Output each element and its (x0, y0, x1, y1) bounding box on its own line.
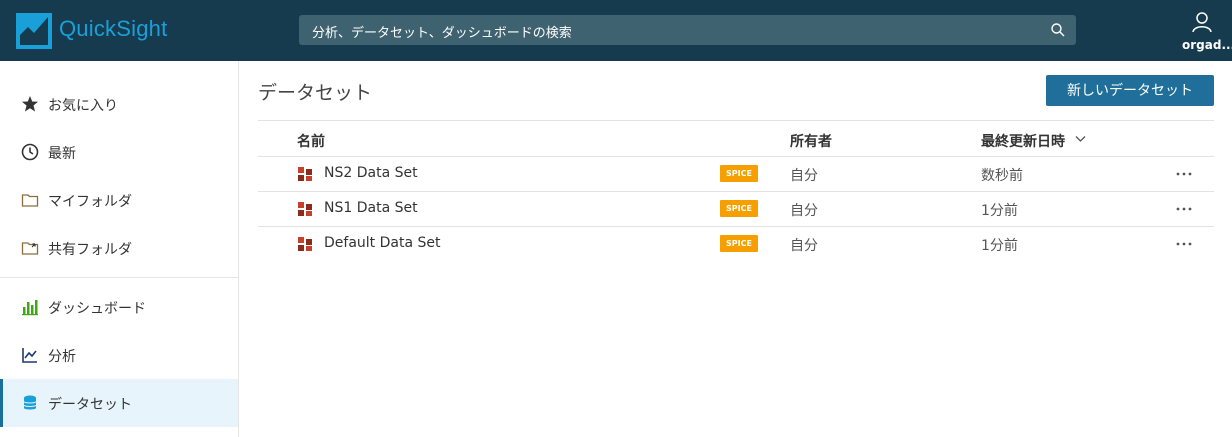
column-header-name[interactable]: 名前 (297, 131, 325, 151)
sidebar-item-label: マイフォルダ (48, 194, 132, 210)
dataset-updated: 数秒前 (981, 168, 1023, 184)
app-name[interactable]: QuickSight (59, 16, 167, 42)
table-row[interactable]: NS1 Data Set SPICE 自分 1分前 (258, 191, 1214, 226)
spice-badge: SPICE (720, 165, 758, 182)
sidebar-item-favorites[interactable]: お気に入り (0, 80, 238, 128)
table-divider (258, 120, 1214, 121)
dashboard-icon (22, 300, 38, 316)
search-icon[interactable] (1050, 22, 1066, 38)
table-row[interactable]: NS2 Data Set SPICE 自分 数秒前 (258, 156, 1214, 191)
sidebar-item-label: 最新 (48, 146, 76, 162)
sidebar: お気に入り 最新 マイフォルダ 共有フォルダ ダッシュボード 分析 データセット (0, 61, 239, 437)
sidebar-item-label: 分析 (48, 349, 76, 365)
sidebar-item-datasets[interactable]: データセット (0, 379, 238, 427)
dataset-owner: 自分 (790, 168, 818, 184)
sidebar-item-recent[interactable]: 最新 (0, 128, 238, 176)
dataset-icon (298, 167, 312, 181)
new-dataset-button[interactable]: 新しいデータセット (1046, 75, 1214, 106)
sidebar-item-label: ダッシュボード (48, 301, 146, 317)
dataset-updated: 1分前 (981, 238, 1018, 254)
sidebar-item-label: お気に入り (48, 98, 118, 114)
more-options-icon[interactable] (1175, 235, 1193, 253)
column-header-owner[interactable]: 所有者 (790, 131, 832, 151)
sidebar-item-my-folders[interactable]: マイフォルダ (0, 176, 238, 224)
table-row[interactable]: Default Data Set SPICE 自分 1分前 (258, 226, 1214, 261)
sidebar-item-analyses[interactable]: 分析 (0, 331, 238, 379)
star-icon (22, 96, 38, 112)
spice-badge: SPICE (720, 235, 758, 252)
sidebar-item-shared-folders[interactable]: 共有フォルダ (0, 224, 238, 272)
database-icon (23, 395, 37, 410)
top-bar: QuickSight 分析、データセット、ダッシュボードの検索 orgad... (0, 0, 1232, 61)
dataset-owner: 自分 (790, 238, 818, 254)
search-box[interactable]: 分析、データセット、ダッシュボードの検索 (299, 15, 1076, 45)
dataset-owner: 自分 (790, 203, 818, 219)
analysis-icon (22, 348, 37, 363)
sidebar-divider (0, 277, 238, 278)
column-header-updated[interactable]: 最終更新日時 (981, 131, 1065, 151)
user-name[interactable]: orgad... (1182, 38, 1232, 52)
sidebar-item-label: 共有フォルダ (48, 242, 132, 258)
quicksight-logo-icon[interactable] (16, 13, 52, 49)
sidebar-item-dashboards[interactable]: ダッシュボード (0, 283, 238, 331)
shared-folder-icon (21, 242, 39, 255)
dataset-name[interactable]: NS1 Data Set (324, 200, 418, 216)
user-icon[interactable] (1191, 11, 1213, 33)
clock-icon (21, 143, 39, 161)
dataset-icon (298, 237, 312, 251)
page-title: データセット (258, 82, 373, 104)
chevron-down-icon[interactable] (1075, 135, 1086, 143)
folder-icon (21, 194, 39, 207)
more-options-icon[interactable] (1175, 165, 1193, 183)
spice-badge: SPICE (720, 200, 758, 217)
dataset-name[interactable]: Default Data Set (324, 235, 440, 251)
dataset-icon (298, 202, 312, 216)
dataset-name[interactable]: NS2 Data Set (324, 165, 418, 181)
sidebar-item-label: データセット (48, 397, 132, 413)
more-options-icon[interactable] (1175, 200, 1193, 218)
search-input[interactable]: 分析、データセット、ダッシュボードの検索 (312, 22, 572, 41)
dataset-updated: 1分前 (981, 203, 1018, 219)
